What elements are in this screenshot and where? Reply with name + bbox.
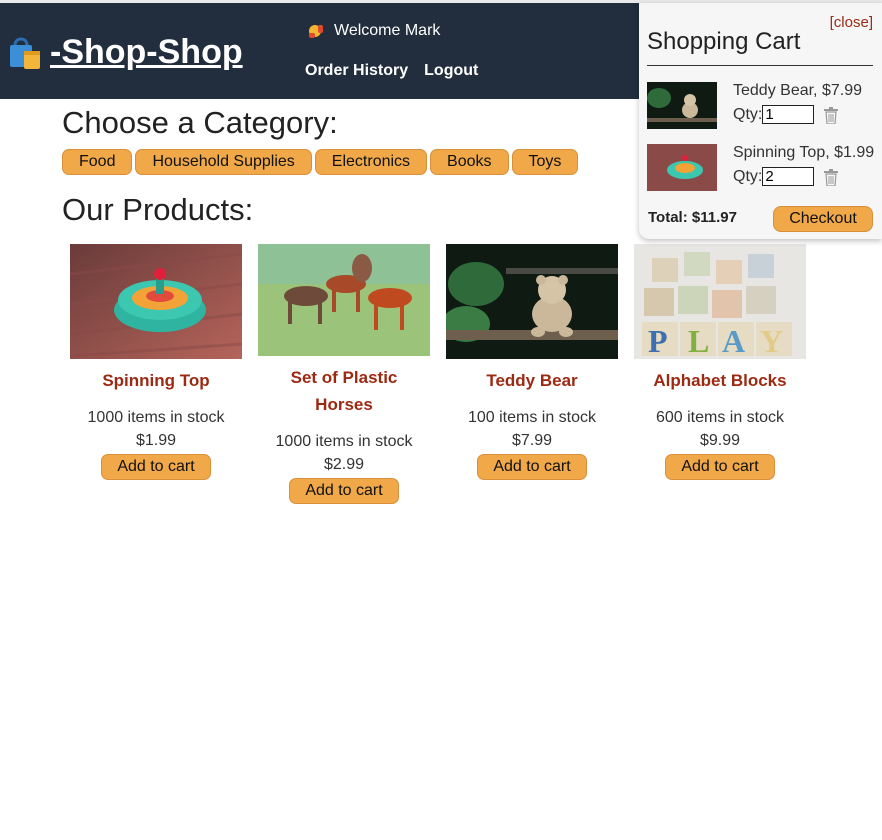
add-to-cart-button[interactable]: Add to cart xyxy=(289,478,399,504)
teddy-bear-image[interactable] xyxy=(446,244,618,359)
cart-title: Shopping Cart xyxy=(647,28,801,55)
category-button-food[interactable]: Food xyxy=(62,149,133,175)
product-card: Set of Plastic Horses 1000 items in stoc… xyxy=(250,244,438,504)
qty-label: Qty: xyxy=(733,167,763,185)
quantity-input[interactable] xyxy=(762,105,815,124)
cart-divider xyxy=(647,65,873,66)
svg-text:Y: Y xyxy=(760,323,783,359)
product-price: $9.99 xyxy=(699,432,741,449)
trash-icon[interactable] xyxy=(823,107,839,125)
cart-item: Spinning Top, $1.99 Qty: xyxy=(647,144,877,192)
product-price: $1.99 xyxy=(135,432,177,449)
site-logo-text: -Shop-Shop xyxy=(50,32,243,71)
product-card: Spinning Top 1000 items in stock $1.99 A… xyxy=(62,244,250,504)
product-name[interactable]: Set of Plastic Horses xyxy=(284,364,404,418)
order-history-link[interactable]: Order History xyxy=(305,62,408,80)
svg-text:L: L xyxy=(688,323,709,359)
plastic-horses-image[interactable] xyxy=(258,244,430,356)
product-stock: 1000 items in stock xyxy=(87,409,225,426)
qty-label: Qty: xyxy=(733,105,763,123)
welcome-text: Welcome Mark xyxy=(334,22,441,39)
category-button-household-supplies[interactable]: Household Supplies xyxy=(135,149,312,175)
product-card: Teddy Bear 100 items in stock $7.99 Add … xyxy=(438,244,626,504)
shopping-bag-icon xyxy=(4,31,46,73)
welcome-message: Welcome Mark xyxy=(306,21,440,41)
product-price: $7.99 xyxy=(511,432,553,449)
svg-text:P: P xyxy=(648,323,668,359)
product-stock: 1000 items in stock xyxy=(275,433,413,450)
category-button-electronics[interactable]: Electronics xyxy=(314,149,428,175)
category-heading: Choose a Category: xyxy=(62,105,338,140)
product-name[interactable]: Spinning Top xyxy=(102,367,209,394)
category-button-toys[interactable]: Toys xyxy=(511,149,579,175)
site-logo-link[interactable]: -Shop-Shop xyxy=(4,31,243,73)
category-list: Food Household Supplies Electronics Book… xyxy=(62,149,579,175)
waving-hand-icon xyxy=(306,21,326,41)
quantity-input[interactable] xyxy=(762,167,815,186)
product-stock: 100 items in stock xyxy=(467,409,597,426)
product-card: P L A Y Alphabet Blocks 600 items in sto… xyxy=(626,244,814,504)
cart-item-name: Spinning Top, $1.99 xyxy=(733,144,875,161)
cart-item-name: Teddy Bear, $7.99 xyxy=(733,82,862,99)
cart-item-image xyxy=(647,144,717,191)
products-heading: Our Products: xyxy=(62,192,254,227)
trash-icon[interactable] xyxy=(823,169,839,187)
add-to-cart-button[interactable]: Add to cart xyxy=(665,454,775,480)
cart-total: Total: $11.97 xyxy=(648,209,737,226)
product-name[interactable]: Teddy Bear xyxy=(486,367,577,394)
product-price: $2.99 xyxy=(323,456,365,473)
add-to-cart-button[interactable]: Add to cart xyxy=(477,454,587,480)
add-to-cart-button[interactable]: Add to cart xyxy=(101,454,211,480)
product-name[interactable]: Alphabet Blocks xyxy=(653,367,786,394)
checkout-button[interactable]: Checkout xyxy=(773,206,873,232)
cart-item-qty: Qty: xyxy=(733,105,815,124)
product-stock: 600 items in stock xyxy=(655,409,785,426)
category-button-books[interactable]: Books xyxy=(430,149,509,175)
logout-link[interactable]: Logout xyxy=(424,62,478,80)
shopping-cart-panel: [close] Shopping Cart Teddy Bear, $7.99 … xyxy=(639,3,882,239)
cart-item: Teddy Bear, $7.99 Qty: xyxy=(647,82,877,130)
spinning-top-image[interactable] xyxy=(70,244,242,359)
cart-close-link[interactable]: [close] xyxy=(830,14,873,31)
product-list: Spinning Top 1000 items in stock $1.99 A… xyxy=(62,244,814,504)
cart-item-image xyxy=(647,82,717,129)
svg-text:A: A xyxy=(722,323,745,359)
cart-item-qty: Qty: xyxy=(733,167,815,186)
nav-links: Order History Logout xyxy=(305,62,478,80)
alphabet-blocks-image[interactable]: P L A Y xyxy=(634,244,806,359)
